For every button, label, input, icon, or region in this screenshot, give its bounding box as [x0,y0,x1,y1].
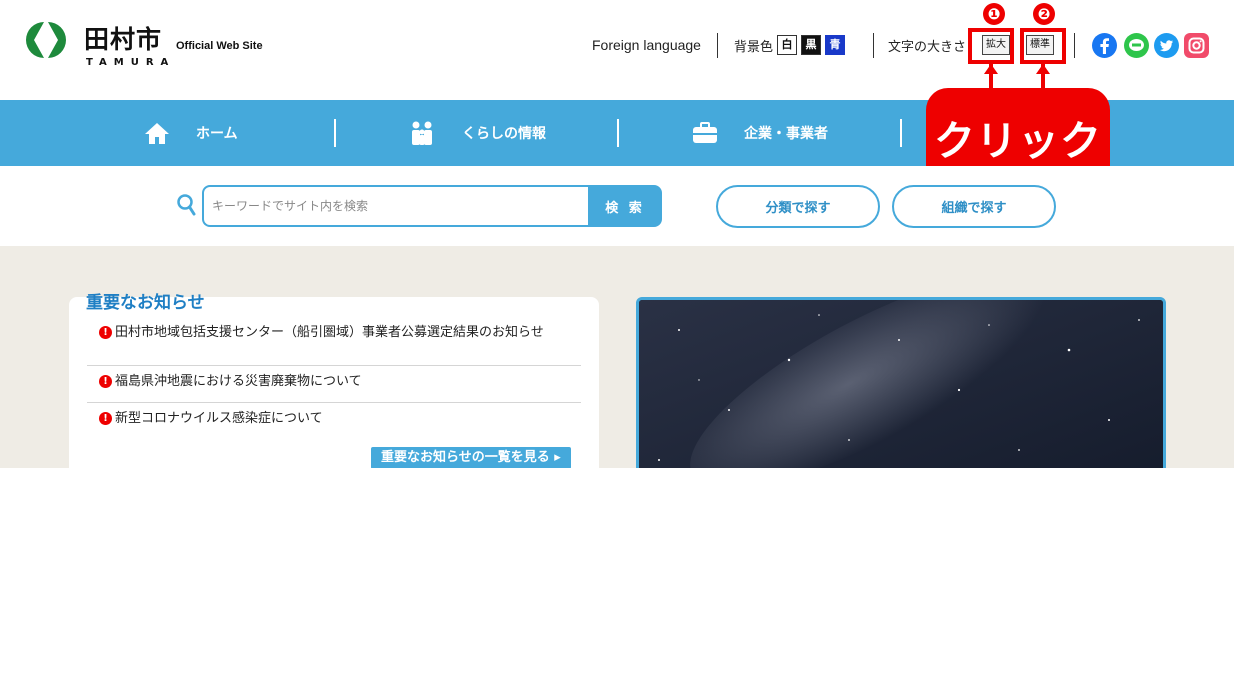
facebook-icon[interactable] [1092,33,1117,58]
twitter-icon[interactable] [1154,33,1179,58]
nav-item-life[interactable]: くらしの情報 [408,100,546,166]
search-button[interactable]: 検 索 [588,185,662,227]
nav-divider [334,119,336,147]
background-color-label: 背景色 [734,39,774,55]
callout-arrowhead [1036,64,1050,74]
important-notices-title: 重要なお知らせ [86,293,205,313]
notice-item[interactable]: ! 新型コロナウイルス感染症について [99,410,581,428]
notices-list-link[interactable]: 重要なお知らせの一覧を見る ▸ [371,447,571,468]
step-marker-1: ❶ [983,3,1005,25]
city-emblem-icon[interactable] [18,20,74,60]
search-icon [177,194,196,216]
notice-item[interactable]: ! 田村市地域包括支援センター（船引圏域）事業者公募選定結果のお知らせ [99,324,581,342]
divider [873,33,874,58]
alert-icon: ! [99,375,112,388]
site-search-input[interactable] [202,185,590,227]
briefcase-icon [693,122,717,143]
highlight-box-enlarge [968,28,1014,64]
notice-divider [87,402,581,403]
notice-item[interactable]: ! 福島県沖地震における災害廃棄物について [99,373,581,391]
nav-divider [900,119,902,147]
divider [717,33,718,58]
nav-item-label: くらしの情報 [462,126,546,142]
divider [1074,33,1075,58]
search-by-organization-button[interactable]: 組織で探す [892,185,1056,228]
notice-divider [87,365,581,366]
bg-blue-button[interactable]: 青 [825,35,846,55]
instagram-icon[interactable] [1184,33,1209,58]
foreign-language-link[interactable]: Foreign language [592,33,701,57]
nav-item-home[interactable]: ホーム [144,100,238,166]
important-notices-card: ! 田村市地域包括支援センター（船引圏域）事業者公募選定結果のお知らせ ! 福島… [69,297,599,468]
site-logo-name[interactable]: 田村市 [84,20,162,56]
background-color-switcher: 背景色 白 黒 青 [734,33,846,57]
step-marker-2: ❷ [1033,3,1055,25]
nav-item-business[interactable]: 企業・事業者 [692,100,828,166]
bg-black-button[interactable]: 黒 [801,35,822,55]
notice-item-text: 新型コロナウイルス感染症について [115,411,323,426]
family-icon [412,121,432,145]
site-logo-roman: TAMURA [86,57,176,68]
site-logo-subtitle: Official Web Site [176,40,263,52]
line-icon[interactable] [1124,33,1149,58]
alert-icon: ! [99,412,112,425]
bg-white-button[interactable]: 白 [777,35,798,55]
main-content: 重要なお知らせ ! 田村市地域包括支援センター（船引圏域）事業者公募選定結果のお… [0,246,1234,468]
nav-item-label: ホーム [196,126,238,142]
nav-divider [617,119,619,147]
highlight-box-standard [1020,28,1066,64]
home-icon [145,123,169,144]
notice-item-text: 福島県沖地震における災害廃棄物について [115,374,362,389]
hero-image-starry-sky[interactable] [636,297,1166,468]
alert-icon: ! [99,326,112,339]
callout-arrowhead [984,64,998,74]
search-by-category-button[interactable]: 分類で探す [716,185,880,228]
starry-sky-image [639,300,1163,468]
text-size-label: 文字の大きさ [888,39,967,55]
nav-item-label: 企業・事業者 [744,126,828,142]
notice-item-text: 田村市地域包括支援センター（船引圏域）事業者公募選定結果のお知らせ [115,325,544,340]
